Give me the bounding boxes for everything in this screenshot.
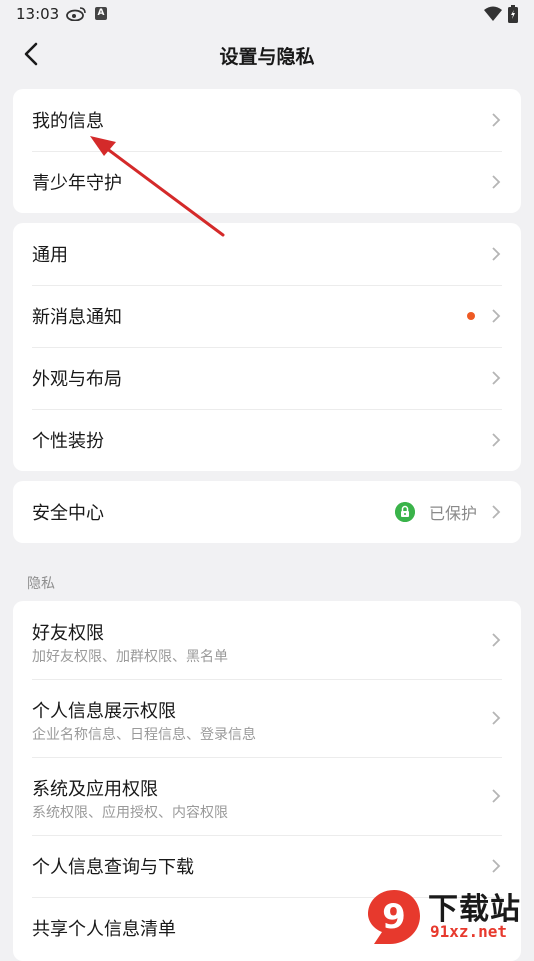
chevron-right-icon: [492, 789, 501, 803]
watermark-url: 91xz.net: [430, 922, 508, 941]
teen-protection-label: 青少年守护: [32, 173, 122, 194]
appearance-row[interactable]: 外观与布局: [13, 347, 521, 409]
page-title: 设置与隐私: [219, 46, 315, 68]
new-badge-dot: [467, 312, 475, 320]
system-app-permission-desc: 系统权限、应用授权、内容权限: [32, 805, 228, 821]
personalization-row[interactable]: 个性装扮: [13, 409, 521, 471]
chevron-right-icon: [492, 433, 501, 447]
teen-protection-row[interactable]: 青少年守护: [13, 151, 521, 213]
my-info-row[interactable]: 我的信息: [13, 89, 521, 151]
system-app-permission-row[interactable]: 系统及应用权限 系统权限、应用授权、内容权限: [13, 757, 521, 835]
personalization-label: 个性装扮: [32, 431, 104, 452]
chevron-right-icon: [492, 633, 501, 647]
chevron-right-icon: [492, 247, 501, 261]
friend-permission-row[interactable]: 好友权限 加好友权限、加群权限、黑名单: [13, 601, 521, 679]
weibo-icon: [66, 7, 86, 21]
wifi-icon: [484, 6, 502, 21]
settings-group-account: 我的信息 青少年守护: [13, 89, 521, 213]
nav-bar: 设置与隐私: [0, 30, 534, 80]
watermark-logo-icon: 9: [368, 890, 420, 944]
security-center-label: 安全中心: [32, 503, 104, 524]
chevron-right-icon: [492, 309, 501, 323]
friend-permission-label: 好友权限: [32, 623, 104, 644]
chevron-right-icon: [492, 175, 501, 189]
chevron-right-icon: [492, 113, 501, 127]
watermark-logo-glyph: 9: [382, 897, 406, 937]
status-time: 13:03: [16, 5, 60, 23]
settings-group-general: 通用 新消息通知 外观与布局 个性装扮: [13, 223, 521, 471]
section-header-privacy: 隐私: [27, 576, 55, 592]
battery-icon: [508, 5, 518, 23]
a-icon: A: [95, 7, 107, 20]
notification-row[interactable]: 新消息通知: [13, 285, 521, 347]
friend-permission-desc: 加好友权限、加群权限、黑名单: [32, 649, 228, 665]
settings-group-security: 安全中心 已保护: [13, 481, 521, 543]
info-display-permission-row[interactable]: 个人信息展示权限 企业名称信息、日程信息、登录信息: [13, 679, 521, 757]
shared-info-list-label: 共享个人信息清单: [32, 919, 176, 940]
appearance-label: 外观与布局: [32, 369, 122, 390]
chevron-right-icon: [492, 505, 501, 519]
chevron-right-icon: [492, 371, 501, 385]
protection-status: 已保护: [428, 504, 477, 523]
info-query-download-label: 个人信息查询与下载: [32, 857, 194, 878]
general-label: 通用: [32, 245, 68, 266]
status-bar: 13:03 A: [0, 0, 534, 30]
info-display-permission-desc: 企业名称信息、日程信息、登录信息: [32, 727, 256, 743]
security-center-row[interactable]: 安全中心 已保护: [13, 481, 521, 543]
chevron-right-icon: [492, 711, 501, 725]
notification-label: 新消息通知: [32, 307, 122, 328]
info-display-permission-label: 个人信息展示权限: [32, 701, 176, 722]
general-row[interactable]: 通用: [13, 223, 521, 285]
my-info-label: 我的信息: [32, 111, 104, 132]
lock-icon: [395, 502, 415, 522]
watermark: 9 下载站 91xz.net: [362, 882, 534, 950]
chevron-right-icon: [492, 859, 501, 873]
system-app-permission-label: 系统及应用权限: [32, 779, 158, 800]
